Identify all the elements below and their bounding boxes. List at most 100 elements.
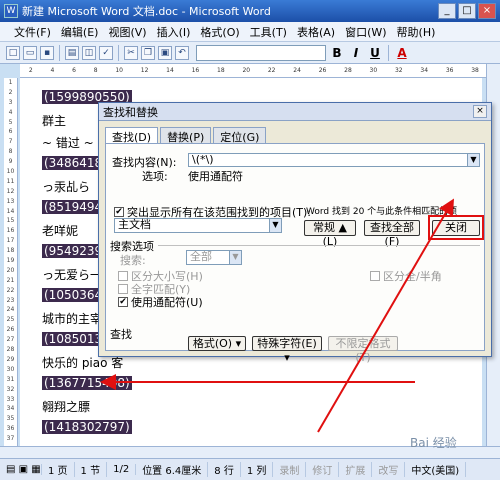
line-text: っ汞乩ら — [42, 180, 91, 194]
checkbox-box[interactable] — [118, 284, 128, 294]
format-button[interactable]: 格式(O) ▾ — [188, 336, 246, 351]
menu-view[interactable]: 视图(V) — [108, 24, 146, 40]
undo-icon[interactable]: ↶ — [175, 45, 189, 60]
vruler-tick: 5 — [8, 118, 13, 126]
ruler-tick: 34 — [420, 67, 429, 74]
view-buttons[interactable]: ▤ ▣ ▦ — [0, 464, 42, 475]
find-replace-dialog: 查找和替换 × 查找(D) 替换(P) 定位(G) 查找内容(N): \(*\)… — [98, 102, 492, 364]
menu-help[interactable]: 帮助(H) — [397, 24, 436, 40]
checkbox-box[interactable]: ✔ — [118, 297, 128, 307]
vruler-tick: 13 — [6, 197, 15, 205]
vruler-tick: 4 — [8, 108, 13, 116]
chevron-down-icon[interactable]: ▼ — [467, 154, 479, 166]
search-range-value: 主文档 — [118, 218, 151, 231]
open-icon[interactable]: ▭ — [23, 45, 37, 60]
ruler-tick: 12 — [140, 67, 149, 74]
line-text: 城市的主宰 — [42, 312, 103, 326]
word-app-icon[interactable]: W — [4, 4, 18, 18]
dialog-title: 查找和替换 — [99, 103, 491, 121]
qq-number-line: (1367715408) — [42, 376, 132, 390]
print-icon[interactable]: ▤ — [65, 45, 79, 60]
menu-insert[interactable]: 插入(I) — [157, 24, 191, 40]
vruler-tick: 14 — [6, 207, 15, 215]
dialog-close-icon[interactable]: × — [473, 105, 487, 118]
close-window-button[interactable]: × — [478, 3, 496, 19]
vruler-tick: 1 — [8, 79, 13, 86]
spelling-icon[interactable]: ✓ — [99, 45, 113, 60]
save-icon[interactable]: ▪ — [40, 45, 54, 60]
status-ovr[interactable]: 改写 — [372, 462, 406, 477]
chevron-down-icon[interactable]: ▼ — [269, 219, 281, 232]
status-bar: ▤ ▣ ▦ 1 页 1 节 1/2 位置 6.4厘米 8 行 1 列 录制 修订… — [0, 458, 500, 480]
status-page: 1 页 — [42, 462, 75, 477]
vruler-tick: 21 — [6, 276, 15, 284]
ruler-tick: 4 — [50, 67, 55, 74]
ruler-tick: 14 — [166, 67, 174, 74]
checkbox-box[interactable] — [118, 271, 128, 281]
vruler-tick: 33 — [6, 395, 15, 403]
find-what-input[interactable]: \(*\) ▼ — [188, 153, 480, 167]
special-button[interactable]: 特殊字符(E) ▾ — [252, 336, 322, 364]
vruler-tick: 23 — [6, 296, 15, 304]
vruler-tick: 20 — [6, 266, 15, 274]
status-trk[interactable]: 修订 — [306, 462, 340, 477]
status-ext[interactable]: 扩展 — [339, 462, 373, 477]
normal-toggle-button[interactable]: 常规 ▲ (L) — [304, 220, 356, 248]
menu-file[interactable]: 文件(F) — [14, 24, 51, 40]
find-all-button[interactable]: 查找全部(F) — [364, 220, 420, 248]
search-direction-select[interactable]: 全部 ▼ — [186, 250, 242, 265]
ruler-tick: 6 — [72, 67, 76, 74]
vruler-tick: 25 — [6, 316, 15, 324]
checkbox-box[interactable]: ✔ — [114, 207, 124, 217]
nickname-line: 翱翔之膘 — [42, 398, 90, 415]
bold-button[interactable]: B — [329, 46, 345, 60]
baidu-watermark: Bai 经验 — [410, 436, 457, 450]
new-document-icon[interactable]: □ — [6, 45, 20, 60]
status-rec[interactable]: 录制 — [273, 462, 307, 477]
font-style-dropdown[interactable] — [196, 44, 326, 61]
vruler-tick: 22 — [6, 286, 15, 294]
vruler-tick: 24 — [6, 306, 15, 314]
find-panel: 查找内容(N): \(*\) ▼ 选项: 使用通配符 ✔ 突出显示所有在该范围找… — [105, 143, 485, 364]
copy-icon[interactable]: ❐ — [141, 45, 155, 60]
minimize-button[interactable]: _ — [438, 3, 456, 19]
italic-button[interactable]: I — [348, 46, 364, 60]
vruler-tick: 29 — [6, 355, 15, 363]
search-range-select[interactable]: 主文档 ▼ — [114, 218, 282, 233]
menu-format[interactable]: 格式(O) — [200, 24, 239, 40]
options-label: 选项: — [142, 170, 168, 183]
no-formatting-button[interactable]: 不限定格式(T) — [328, 336, 398, 364]
menu-edit[interactable]: 编辑(E) — [61, 24, 99, 40]
wildcard-checkbox[interactable]: ✔ 使用通配符(U) — [118, 294, 203, 310]
menu-window[interactable]: 窗口(W) — [345, 24, 386, 40]
chevron-down-icon[interactable]: ▼ — [229, 251, 241, 264]
paste-icon[interactable]: ▣ — [158, 45, 172, 60]
search-direction-label: 搜索: — [120, 254, 146, 267]
cut-icon[interactable]: ✂ — [124, 45, 138, 60]
vruler-tick: 26 — [6, 326, 15, 334]
preview-icon[interactable]: ◫ — [82, 45, 96, 60]
line-text: 群主 — [42, 114, 67, 128]
vruler-tick: 12 — [6, 187, 15, 195]
maximize-button[interactable]: □ — [458, 3, 476, 19]
menu-table[interactable]: 表格(A) — [297, 24, 335, 40]
fullhalf-label: 区分全/半角 — [383, 270, 442, 283]
vruler-tick: 28 — [6, 346, 15, 354]
vruler-tick: 19 — [6, 257, 15, 265]
status-lang: 中文(美国) — [405, 462, 467, 477]
options-value: 使用通配符 — [188, 170, 243, 183]
font-color-button[interactable]: A — [394, 46, 410, 60]
underline-button[interactable]: U — [367, 46, 383, 60]
ruler-tick: 18 — [217, 67, 225, 74]
ruler-tick: 10 — [115, 67, 123, 74]
fullhalf-checkbox[interactable]: 区分全/半角 — [370, 268, 442, 284]
highlight-red-box — [428, 215, 484, 240]
ruler-tick: 8 — [93, 67, 98, 74]
horizontal-ruler[interactable]: 2 4 6 8 10 12 14 16 18 20 22 24 26 28 30 32 34 36 38 — [20, 64, 488, 78]
menu-tools[interactable]: 工具(T) — [250, 24, 287, 40]
vruler-tick: 37 — [6, 435, 15, 443]
line-text: 快乐的 piao 客 — [42, 356, 124, 370]
find-section-label: 查找 — [110, 328, 132, 341]
ruler-tick: 28 — [344, 67, 352, 74]
checkbox-box[interactable] — [370, 271, 380, 281]
